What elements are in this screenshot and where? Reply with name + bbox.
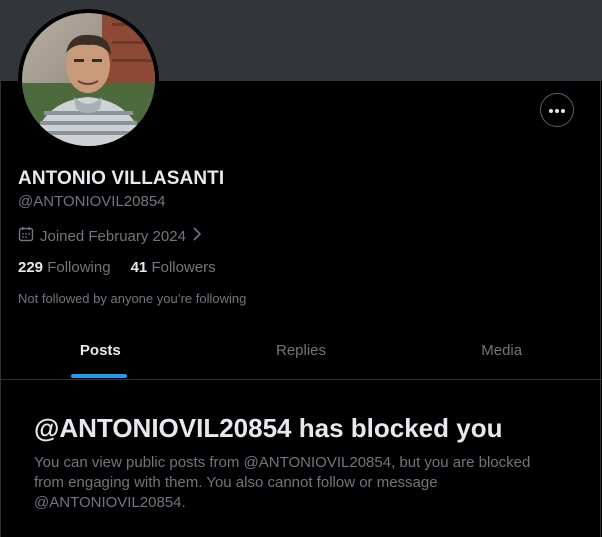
profile-name: ANTONIO VILLASANTI (18, 168, 225, 189)
active-tab-indicator (71, 374, 127, 378)
tab-media[interactable]: Media (401, 322, 602, 379)
more-options-button[interactable] (540, 93, 574, 127)
tabs-divider (0, 379, 602, 380)
blocked-title: @ANTONIOVIL20854 has blocked you (34, 413, 503, 443)
blocked-message: You can view public posts from @ANTONIOV… (34, 454, 531, 511)
avatar[interactable] (18, 9, 159, 150)
column-border-right (600, 81, 601, 537)
column-border-left (0, 81, 1, 537)
joined-label: Joined February 2024 (40, 227, 186, 245)
profile-tabs: Posts Replies Media (0, 322, 602, 379)
following-label: Following (47, 259, 111, 276)
followers-count: 41 (130, 259, 148, 276)
chevron-right-icon (192, 227, 202, 245)
followers-link[interactable]: 41 Followers (131, 259, 216, 276)
calendar-icon (18, 226, 34, 246)
follow-counts: 229 Following 41 Followers (18, 259, 216, 276)
tab-replies[interactable]: Replies (201, 322, 402, 379)
following-link[interactable]: 229 Following (18, 259, 111, 276)
more-horizontal-icon (548, 101, 566, 119)
followers-label: Followers (151, 259, 216, 276)
avatar-photo (22, 13, 155, 146)
profile-handle: @ANTONIOVIL20854 (18, 193, 166, 210)
joined-date[interactable]: Joined February 2024 (18, 226, 202, 246)
not-followed-notice: Not followed by anyone you’re following (18, 291, 247, 306)
following-count: 229 (18, 259, 44, 276)
tab-posts[interactable]: Posts (0, 322, 201, 379)
